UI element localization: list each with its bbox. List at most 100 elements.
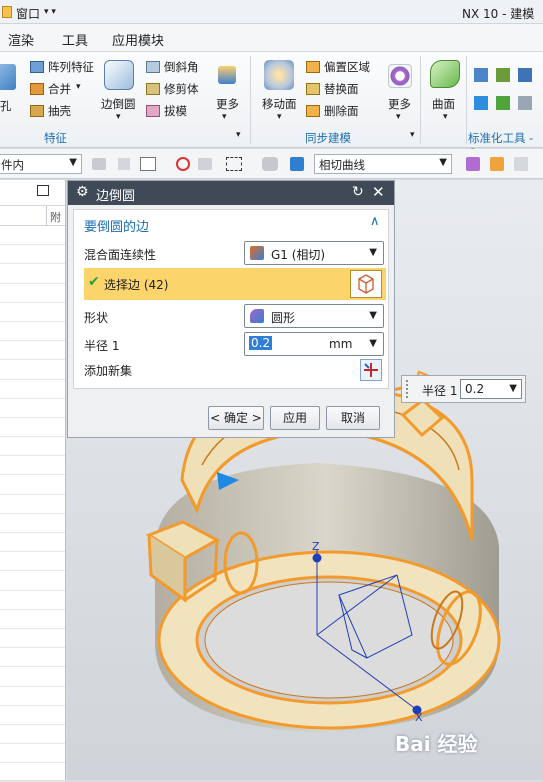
offset-region-button[interactable]: 偏置区域 (324, 59, 370, 75)
chevron-down-icon[interactable]: ▼ (369, 338, 377, 349)
navigator-row[interactable] (0, 264, 65, 284)
replace-face-icon[interactable] (306, 83, 320, 95)
shape-select[interactable]: 圆形 ▼ (244, 304, 384, 328)
chamfer-button[interactable]: 倒斜角 (164, 59, 199, 75)
std-tool-4-icon[interactable] (474, 96, 488, 110)
misc-tool-icon[interactable] (514, 157, 528, 171)
rect-select-icon[interactable] (226, 157, 242, 171)
filter-icon[interactable] (466, 157, 480, 171)
surface-button[interactable]: 曲面 (432, 96, 455, 112)
onscreen-radius-input[interactable]: 半径 1 0.2 ▼ (401, 375, 526, 403)
navigator-row[interactable] (0, 341, 65, 361)
navigator-row[interactable] (0, 706, 65, 725)
more-features-button[interactable]: 更多 (216, 96, 239, 112)
trim-body-icon[interactable] (146, 83, 160, 95)
column-header[interactable]: 附 (50, 209, 61, 225)
move-face-dropdown-icon[interactable]: ▾ (277, 112, 282, 122)
edge-blend-dropdown-icon[interactable]: ▾ (116, 112, 121, 122)
navigator-row[interactable] (0, 763, 65, 782)
navigator-row[interactable] (0, 514, 65, 533)
radius-tip-field[interactable]: 0.2 ▼ (460, 379, 522, 399)
ok-button[interactable]: < 确定 > (208, 406, 264, 430)
chevron-down-icon[interactable]: ▼ (509, 383, 517, 394)
snap-icon[interactable] (92, 158, 106, 170)
navigator-row[interactable] (0, 648, 65, 668)
more-features-icon[interactable] (218, 66, 236, 84)
navigator-row[interactable] (0, 475, 65, 495)
chamfer-icon[interactable] (146, 61, 160, 73)
shell-button[interactable]: 抽壳 (48, 103, 71, 119)
std-tool-1-icon[interactable] (474, 68, 488, 82)
offset-region-icon[interactable] (306, 61, 320, 73)
hole-icon[interactable] (0, 64, 16, 90)
radius-input[interactable]: 0.2 mm ▼ (244, 332, 384, 356)
gear-icon[interactable]: ⚙ (76, 184, 89, 200)
more-sync-button[interactable]: 更多 (388, 96, 411, 112)
radius-value[interactable]: 0.2 (249, 336, 273, 350)
surface-icon[interactable] (430, 60, 460, 88)
more-sync-dropdown-icon[interactable]: ▾ (396, 112, 401, 122)
navigator-row[interactable] (0, 380, 65, 399)
select-edge-cube-icon[interactable] (350, 270, 382, 298)
curve-rule-select[interactable]: 相切曲线 ▼ (314, 154, 452, 174)
delete-face-icon[interactable] (306, 105, 320, 117)
window-menu-arrow-icon[interactable]: ▾ ▾ (44, 7, 56, 17)
column-divider[interactable] (46, 206, 47, 226)
std-tool-2-icon[interactable] (496, 68, 510, 82)
std-tool-3-icon[interactable] (518, 68, 532, 82)
reset-icon[interactable]: ↻ (352, 184, 364, 200)
shell-icon[interactable] (30, 105, 44, 117)
navigator-row[interactable] (0, 687, 65, 706)
arrow-right-icon[interactable] (490, 157, 504, 171)
move-face-button[interactable]: 移动面 (262, 96, 297, 112)
pointer-icon[interactable] (118, 158, 130, 170)
chevron-down-icon[interactable]: ▼ (369, 310, 377, 321)
apply-button[interactable]: 应用 (270, 406, 320, 430)
navigator-row[interactable] (0, 245, 65, 265)
draft-button[interactable]: 拔模 (164, 103, 187, 119)
delete-face-button[interactable]: 删除面 (324, 103, 359, 119)
navigator-row[interactable] (0, 744, 65, 764)
navigator-row[interactable] (0, 456, 65, 476)
close-icon[interactable]: ✕ (372, 183, 385, 201)
std-tool-6-icon[interactable] (518, 96, 532, 110)
curve-rule-icon[interactable] (290, 157, 304, 171)
more-sync-icon[interactable] (388, 64, 412, 88)
cancel-button[interactable]: 取消 (326, 406, 380, 430)
chevron-down-icon[interactable]: ▼ (369, 247, 377, 258)
hole-label[interactable]: 孔 (0, 98, 12, 114)
array-feature-button[interactable]: 阵列特征 (48, 59, 94, 75)
navigator-row[interactable] (0, 610, 65, 629)
trim-body-button[interactable]: 修剪体 (164, 81, 199, 97)
chevron-down-icon[interactable]: ▼ (69, 157, 77, 168)
display-icon[interactable] (262, 157, 278, 171)
merge-icon[interactable] (30, 83, 44, 95)
navigator-row[interactable] (0, 437, 65, 457)
array-feature-icon[interactable] (30, 61, 44, 73)
sync-group-expand-icon[interactable]: ▾ (410, 130, 415, 140)
navigator-row[interactable] (0, 418, 65, 438)
navigator-row[interactable] (0, 284, 65, 303)
select-feature-icon[interactable] (140, 157, 156, 171)
move-face-icon[interactable] (264, 60, 294, 90)
navigator-row[interactable] (0, 303, 65, 322)
navigator-row[interactable] (0, 399, 65, 418)
maximize-icon[interactable] (37, 185, 49, 196)
navigator-row[interactable] (0, 322, 65, 342)
add-new-set-icon[interactable] (360, 359, 382, 381)
menu-app-modules[interactable]: 应用模块 (112, 30, 164, 49)
navigator-row[interactable] (0, 629, 65, 649)
navigator-row[interactable] (0, 495, 65, 514)
navigator-row[interactable] (0, 591, 65, 610)
edge-blend-icon[interactable] (104, 60, 134, 90)
edge-blend-button[interactable]: 边倒圆 (101, 96, 136, 112)
continuity-select[interactable]: G1 (相切) ▼ (244, 241, 384, 265)
radius-tip-value[interactable]: 0.2 (465, 382, 484, 396)
navigator-row[interactable] (0, 552, 65, 572)
drag-handle[interactable] (406, 380, 410, 398)
snap-point-icon[interactable] (176, 157, 190, 171)
draft-icon[interactable] (146, 105, 160, 117)
chevron-down-icon[interactable]: ▼ (439, 157, 447, 168)
replace-face-button[interactable]: 替换面 (324, 81, 359, 97)
more-features-dropdown-icon[interactable]: ▾ (222, 112, 227, 122)
